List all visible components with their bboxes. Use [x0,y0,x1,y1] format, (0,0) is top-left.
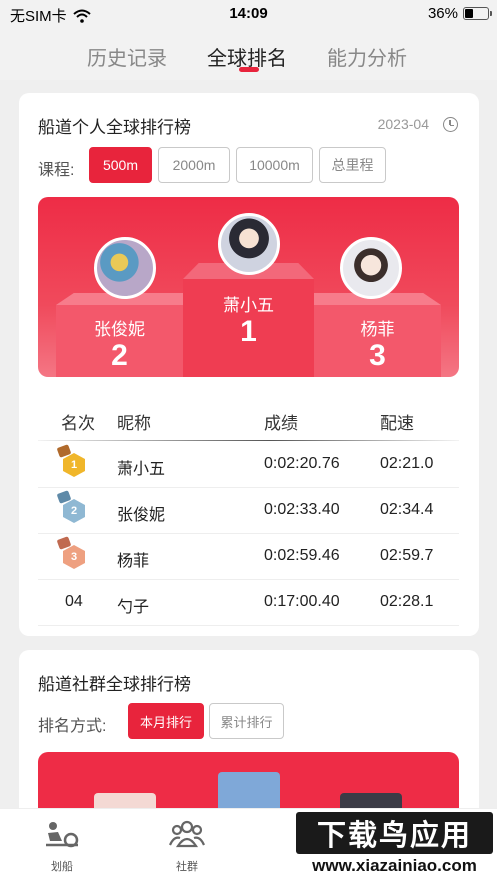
avatar-first[interactable] [218,213,280,275]
personal-board-title: 船道个人全球排行榜 [38,118,191,137]
col-header-nickname: 昵称 [117,414,151,433]
row-name: 萧小五 [117,461,166,478]
row-name: 杨菲 [117,553,150,570]
podium-third-name: 杨菲 [360,320,395,339]
podium: 张俊妮 2 萧小五 1 杨菲 3 [38,197,459,377]
course-chip-500m[interactable]: 500m [89,147,152,183]
row-name: 张俊妮 [117,507,166,524]
table-row[interactable]: 04 勺子 0:17:00.40 02:28.1 [38,580,459,626]
watermark-logo: 下载鸟应用 [296,812,493,854]
site-watermark: 下载鸟应用 www.xiazainiao.com [296,812,493,882]
row-name: 勺子 [117,599,150,616]
course-chip-total[interactable]: 总里程 [319,147,386,183]
row-score: 0:17:00.40 [264,593,340,610]
table-row[interactable]: 1 萧小五 0:02:20.76 02:21.0 [38,442,459,488]
history-clock-icon[interactable] [443,117,458,132]
sort-chip-monthly[interactable]: 本月排行 [128,703,204,739]
course-chip-2000m[interactable]: 2000m [158,147,230,183]
nav-rowing-label: 划船 [51,861,73,873]
table-row[interactable]: 2 张俊妮 0:02:33.40 02:34.4 [38,488,459,534]
battery-percent: 36% [427,5,458,22]
course-label: 课程: [38,162,75,179]
rowing-icon [46,822,79,848]
col-header-rank: 名次 [61,414,95,433]
nav-community-label: 社群 [176,861,198,873]
avatar-third[interactable] [340,237,402,299]
clock-time: 14:09 [229,5,268,22]
table-row[interactable]: 3 杨菲 0:02:59.46 02:59.7 [38,534,459,580]
board-date[interactable]: 2023-04 [378,116,429,132]
row-score: 0:02:33.40 [264,501,340,518]
tab-history[interactable]: 历史记录 [87,42,167,71]
row-pace: 02:28.1 [380,593,434,610]
battery-icon [463,7,492,20]
podium-second-name: 张俊妮 [94,320,145,339]
row-score: 0:02:20.76 [264,455,340,472]
row-pace: 02:21.0 [380,455,434,472]
community-icon [168,820,206,848]
nav-community[interactable]: 社群 [147,819,227,874]
col-header-score: 成绩 [264,414,298,433]
community-board-title: 船道社群全球排行榜 [38,675,191,694]
podium-third-rank: 3 [369,339,386,372]
status-bar: 无SIM卡 14:09 36% [0,0,497,28]
podium-second-rank: 2 [111,339,128,372]
table-header-divider [38,440,459,441]
gold-medal-icon: 1 [63,453,85,477]
podium-first-rank: 1 [240,315,257,348]
row-rank: 04 [65,593,83,610]
bronze-medal-icon: 3 [63,545,85,569]
row-pace: 02:59.7 [380,547,434,564]
silver-medal-icon: 2 [63,499,85,523]
active-tab-indicator [239,67,259,72]
watermark-url: www.xiazainiao.com [312,856,477,875]
row-score: 0:02:59.46 [264,547,340,564]
nav-rowing[interactable]: 划船 [22,819,102,874]
top-tabs: 历史记录 全球排名 能力分析 [0,28,497,80]
col-header-pace: 配速 [380,414,414,433]
podium-first-name: 萧小五 [223,296,274,315]
sort-label: 排名方式: [38,718,107,735]
row-pace: 02:34.4 [380,501,434,518]
course-chip-10000m[interactable]: 10000m [236,147,313,183]
sort-chip-cumulative[interactable]: 累计排行 [209,703,284,739]
avatar-second[interactable] [94,237,156,299]
tab-ability-analysis[interactable]: 能力分析 [327,42,407,71]
personal-leaderboard-card: 船道个人全球排行榜 2023-04 课程: 500m 2000m 10000m … [19,93,479,636]
